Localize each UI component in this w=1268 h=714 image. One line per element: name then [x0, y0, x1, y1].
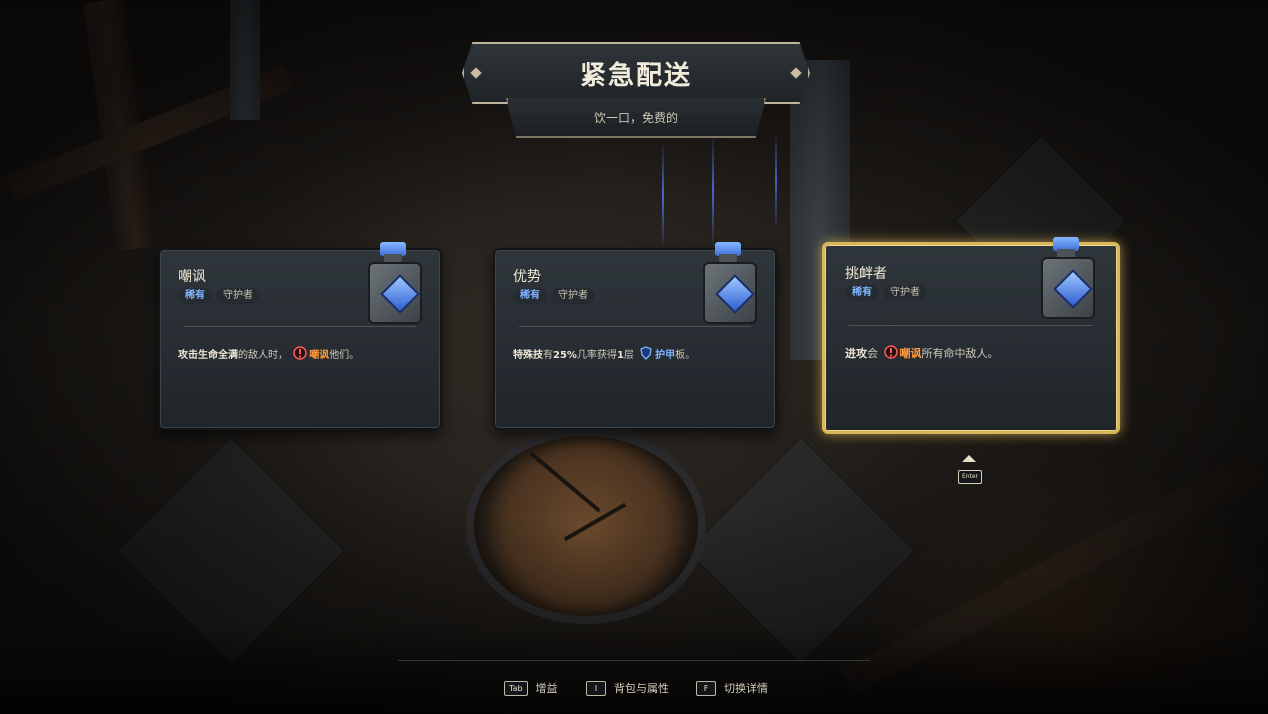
- stone-potion-blue-gem-icon: [1037, 237, 1097, 319]
- taunt-icon: [883, 345, 898, 359]
- upgrade-card-advantage[interactable]: 优势 稀有 守护者 特殊技有25%几率获得1层 护甲板。: [493, 242, 777, 430]
- rarity-badge: 稀有: [513, 288, 547, 304]
- f-key: F: [696, 680, 716, 696]
- desc-text: 有: [543, 350, 553, 361]
- card-description: 攻击生命全满的敌人时， 嘲讽他们。: [178, 346, 422, 363]
- taunt-keyword: 嘲讽: [899, 347, 922, 360]
- card-title: 优势: [513, 269, 541, 285]
- desc-text: 板。: [675, 350, 696, 361]
- card-description: 进攻会 嘲讽所有命中敌人。: [845, 345, 1099, 361]
- upgrade-card-taunt[interactable]: 嘲讽 稀有 守护者 攻击生命全满的敌人时， 嘲讽他们。: [158, 242, 442, 430]
- enter-key-hint[interactable]: Enter: [958, 470, 982, 484]
- footer-hint-details[interactable]: F 切换详情: [696, 680, 768, 696]
- desc-percent: 25%: [553, 350, 577, 361]
- divider: [849, 325, 1093, 326]
- stone-potion-blue-gem-icon: [364, 242, 424, 324]
- divider: [184, 326, 416, 327]
- desc-text: 所有命中敌人。: [921, 347, 999, 360]
- subtitle: 饮一口，免费的: [593, 110, 678, 125]
- class-badge: 守护者: [551, 288, 595, 304]
- footer-hint-buffs[interactable]: Tab 增益: [504, 680, 558, 696]
- class-badge: 守护者: [216, 288, 260, 304]
- desc-count: 1: [616, 350, 624, 361]
- title-banner: 紧急配送: [462, 42, 810, 104]
- taunt-icon: [293, 346, 307, 360]
- upgrade-card-provoker[interactable]: 挑衅者 稀有 守护者 进攻会 嘲讽所有命中敌人。: [822, 237, 1120, 434]
- desc-text: 几率获得: [576, 350, 617, 361]
- card-description: 特殊技有25%几率获得1层 护甲板。: [513, 346, 757, 363]
- tab-key: Tab: [504, 680, 528, 696]
- class-badge: 守护者: [883, 285, 927, 301]
- taunt-keyword: 嘲讽: [309, 350, 330, 361]
- armor-icon: [640, 346, 652, 360]
- footer-divider: [398, 660, 870, 661]
- stone-potion-blue-gem-icon: [699, 242, 759, 324]
- rarity-badge: 稀有: [178, 288, 212, 304]
- footer-hint-inventory[interactable]: I 背包与属性: [586, 680, 669, 696]
- desc-keyword: 进攻: [845, 347, 867, 360]
- diamond-ornament-icon: [790, 67, 802, 79]
- desc-keyword: 攻击生命全满: [178, 350, 238, 361]
- desc-text: 的敌人时，: [238, 350, 288, 361]
- rarity-badge: 稀有: [845, 285, 879, 301]
- desc-text: 层: [623, 350, 634, 361]
- page-title: 紧急配送: [579, 60, 692, 91]
- selection-arrow-icon: [962, 455, 976, 462]
- desc-text: 会: [867, 347, 878, 360]
- subtitle-banner: 饮一口，免费的: [506, 98, 766, 138]
- i-key: I: [586, 680, 606, 696]
- desc-text: 他们。: [329, 350, 360, 361]
- card-title: 挑衅者: [845, 266, 887, 282]
- divider: [519, 326, 751, 327]
- footer-label: 增益: [535, 682, 558, 695]
- footer-label: 背包与属性: [614, 682, 669, 695]
- diamond-ornament-icon: [470, 67, 482, 79]
- card-title: 嘲讽: [178, 269, 206, 285]
- footer-label: 切换详情: [724, 682, 768, 695]
- armor-keyword: 护甲: [655, 350, 676, 361]
- desc-keyword: 特殊技: [513, 350, 543, 361]
